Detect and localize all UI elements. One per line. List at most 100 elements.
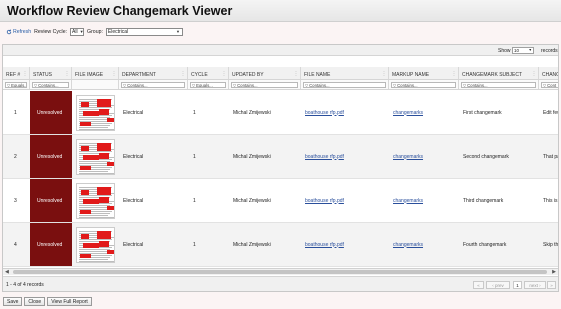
file-name-cell[interactable]: boathouse rfp.pdf [301,91,389,134]
filter-input-change[interactable]: ▽ Cont [541,82,558,88]
markup-name-cell[interactable]: changemarks [389,223,459,266]
changemark-grid: Show 10 ▼ records REF # ⋮ STATUS ⋮ FILE IMAGE… [2,44,559,292]
filter-input-updated-by[interactable]: ▽ Contains... [231,82,298,88]
status-cell: Unresolved [30,179,72,222]
filter-input-ref[interactable]: ▽ Equals... [5,82,27,88]
column-header-department[interactable]: DEPARTMENT ⋮ [119,67,188,79]
file-name-text[interactable]: boathouse rfp.pdf [305,110,344,116]
group-select[interactable]: Electrical ▼ [105,27,183,36]
column-menu-icon[interactable]: ⋮ [112,71,117,77]
column-header-cycle[interactable]: CYCLE ⋮ [188,67,229,79]
scroll-right-icon[interactable]: ▶ [552,269,556,275]
changemark-highlight [80,210,91,214]
filter-icon: ▽ [233,82,237,88]
prev-page-button[interactable]: ‹ prev [486,281,510,289]
column-header-label: DEPARTMENT [122,72,156,78]
refresh-button[interactable]: Refresh [6,29,31,35]
file-name-text[interactable]: boathouse rfp.pdf [305,198,344,204]
column-header-file-image[interactable]: FILE IMAGE ⋮ [72,67,119,79]
changemark-highlight [81,146,89,151]
column-header-changemark-subject[interactable]: CHANGEMARK SUBJECT ⋮ [459,67,539,79]
filter-placeholder: Contains... [127,82,148,88]
title-bar: Workflow Review Changemark Viewer [0,0,561,22]
save-button[interactable]: Save [3,297,23,306]
file-name-text[interactable]: boathouse rfp.pdf [305,242,344,248]
review-cycle-value: All [72,28,78,35]
column-header-ref[interactable]: REF # ⋮ [3,67,30,79]
first-page-button[interactable]: « [473,281,484,289]
column-menu-icon[interactable]: ⋮ [382,71,387,77]
scrollbar-thumb[interactable] [13,270,547,274]
column-menu-icon[interactable]: ⋮ [532,71,537,77]
last-page-button[interactable]: » [547,281,556,289]
column-header-status[interactable]: STATUS ⋮ [30,67,72,79]
file-name-cell[interactable]: boathouse rfp.pdf [301,135,389,178]
markup-name-text[interactable]: changemarks [393,242,423,248]
column-menu-icon[interactable]: ⋮ [65,71,70,77]
filter-icon: ▽ [123,82,127,88]
markup-name-text[interactable]: changemarks [393,198,423,204]
file-name-cell[interactable]: boathouse rfp.pdf [301,179,389,222]
review-cycle-select[interactable]: All ▼ [70,27,85,36]
markup-name-cell[interactable]: changemarks [389,91,459,134]
changemark-highlight [97,187,111,195]
column-header-markup-name[interactable]: MARKUP NAME ⋮ [389,67,459,79]
change-text: Edit few [543,109,558,116]
next-page-button[interactable]: next › [524,281,546,289]
horizontal-scrollbar[interactable]: ◀ ▶ [3,268,558,275]
view-full-report-button[interactable]: View Full Report [47,297,92,306]
table-row[interactable]: 1 Unresolved Electrical 1 Michal Zmijewski bo… [3,91,558,135]
text-line [79,249,110,250]
markup-name-text[interactable]: changemarks [393,154,423,160]
column-menu-icon[interactable]: ⋮ [23,71,28,77]
file-thumbnail[interactable] [76,95,115,131]
filter-placeholder: Equals... [196,82,213,88]
filter-input-status[interactable]: ▽ Contains... [32,82,69,88]
text-line [79,259,108,260]
table-row[interactable]: 2 Unresolved Electrical 1 Michal Zmijewski bo… [3,135,558,179]
file-name-text[interactable]: boathouse rfp.pdf [305,154,344,160]
file-thumbnail[interactable] [76,183,115,219]
column-menu-icon[interactable]: ⋮ [222,71,227,77]
filter-input-department[interactable]: ▽ Contains... [121,82,185,88]
page-title: Workflow Review Changemark Viewer [7,4,233,18]
column-header-file-name[interactable]: FILE NAME ⋮ [301,67,389,79]
changemark-highlight [97,143,111,151]
column-header-change[interactable]: CHANGE [539,67,558,79]
text-line [79,161,110,162]
table-row[interactable]: 3 Unresolved Electrical 1 Michal Zmijewski bo… [3,179,558,223]
updated-by-text: Michal Zmijewski [233,109,271,116]
filter-input-file-name[interactable]: ▽ Contains... [303,82,386,88]
filter-cell-change: ▽ Cont [539,80,558,89]
column-menu-icon[interactable]: ⋮ [181,71,186,77]
change-text: That par [543,153,558,160]
markup-name-cell[interactable]: changemarks [389,135,459,178]
file-thumbnail[interactable] [76,139,115,175]
text-line [79,173,114,174]
filter-input-cycle[interactable]: ▽ Equals... [190,82,226,88]
scroll-left-icon[interactable]: ◀ [5,269,9,275]
markup-name-text[interactable]: changemarks [393,110,423,116]
text-line [79,107,112,108]
column-menu-icon[interactable]: ⋮ [294,71,299,77]
text-line [79,117,110,118]
filter-input-markup-name[interactable]: ▽ Contains... [391,82,456,88]
current-page[interactable]: 1 [513,281,522,289]
changemark-highlight [97,99,111,107]
column-menu-icon[interactable]: ⋮ [452,71,457,77]
review-cycle-label: Review Cycle: [34,28,68,35]
column-header-updated-by[interactable]: UPDATED BY ⋮ [229,67,301,79]
text-line [79,151,112,152]
markup-name-cell[interactable]: changemarks [389,179,459,222]
cycle-text: 1 [193,109,196,116]
changemark-highlight [97,231,111,239]
table-row[interactable]: 4 Unresolved Electrical 1 Michal Zmijewski bo… [3,223,558,267]
filter-input-changemark-subject[interactable]: ▽ Contains... [461,82,536,88]
file-name-cell[interactable]: boathouse rfp.pdf [301,223,389,266]
filter-cell-file-image [72,80,119,89]
filter-placeholder: Contains... [38,82,59,88]
department-text: Electrical [123,153,144,160]
close-button[interactable]: Close [24,297,46,306]
file-thumbnail[interactable] [76,227,115,263]
page-size-select[interactable]: 10 ▼ [512,47,534,54]
